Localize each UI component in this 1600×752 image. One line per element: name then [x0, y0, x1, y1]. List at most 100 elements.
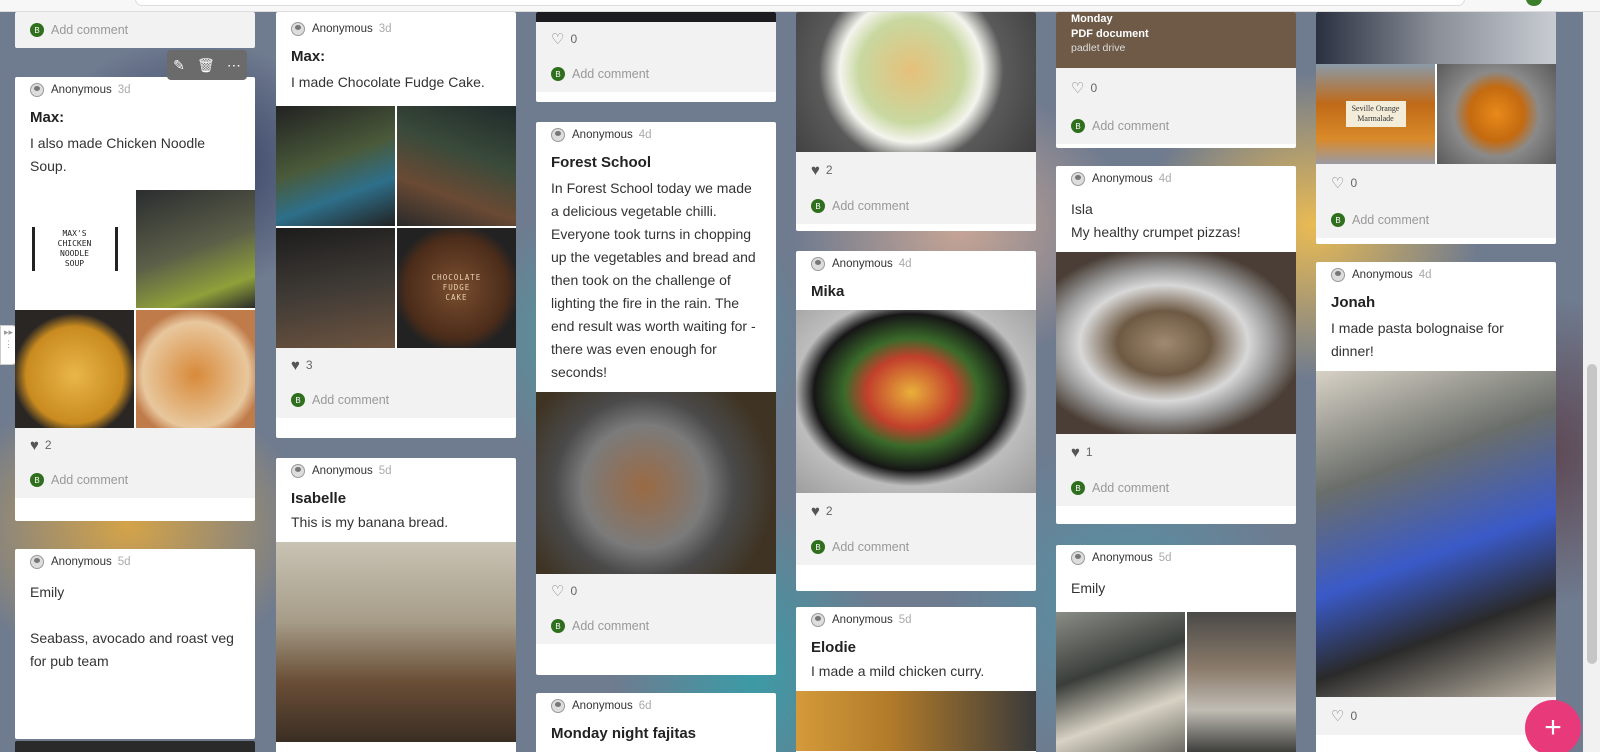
post-card[interactable]: Anonymous 4d Jonah I made pasta bolognais…: [1316, 262, 1556, 752]
post-card[interactable]: Anonymous 6d Monday night fajitas: [536, 693, 776, 752]
baking-photo: [276, 106, 395, 226]
post-title: Jonah: [1331, 294, 1376, 311]
pasta-plate-photo: [796, 12, 1036, 152]
boy-cooking-photo: [276, 228, 395, 348]
post-header: Anonymous 5d: [796, 607, 1036, 633]
like-button[interactable]: ♡ 0: [1056, 68, 1296, 108]
author-avatar: [30, 83, 44, 97]
author-avatar: [30, 555, 44, 569]
post-card[interactable]: Anonymous 5d Isabelle This is my banana b…: [276, 458, 516, 752]
like-button[interactable]: ♥ 2: [15, 428, 255, 462]
post-body: I made Chocolate Fudge Cake.: [291, 74, 485, 90]
like-button[interactable]: ♥ 2: [796, 493, 1036, 529]
cake-mixing-photo: [397, 106, 516, 226]
like-button[interactable]: ♥ 2: [796, 152, 1036, 188]
post-card[interactable]: ♡ 0 B Add comment: [536, 12, 776, 102]
banana-bread-photo[interactable]: [276, 542, 516, 742]
like-button[interactable]: ♡ 0: [536, 574, 776, 608]
bolognaise-cooking-photo[interactable]: [1316, 371, 1556, 697]
post-card[interactable]: Seville Orange Marmalade ♡ 0 B Add comment: [1316, 12, 1556, 244]
curry-photo: [796, 691, 1036, 751]
heart-icon: ♥: [291, 356, 300, 374]
salad-bowl-photo[interactable]: [796, 310, 1036, 493]
post-title: Forest School: [551, 154, 652, 171]
post-card[interactable]: Anonymous 4d Mika ♥ 2 B Add comment: [796, 251, 1036, 591]
add-comment[interactable]: B Add comment: [536, 56, 776, 92]
author-avatar: [1071, 551, 1085, 565]
post-card[interactable]: Monday PDF document padlet drive ♡ 0 B Add…: [1056, 12, 1296, 148]
post-body: Isla My healthy crumpet pizzas!: [1071, 201, 1241, 240]
address-bar[interactable]: [135, 0, 1465, 6]
crumpet-pizza-photo[interactable]: [1056, 252, 1296, 434]
add-comment[interactable]: B Add comment: [796, 529, 1036, 565]
post-card[interactable]: Anonymous 4d Isla My healthy crumpet pizz…: [1056, 166, 1296, 524]
post-header: Anonymous 5d: [276, 458, 516, 484]
author-avatar: [811, 257, 825, 271]
add-comment[interactable]: B Add comment: [1316, 202, 1556, 238]
like-button[interactable]: ♡ 0: [1316, 164, 1556, 202]
post-card[interactable]: Anonymous 3d Max: I made Chocolate Fudge …: [276, 12, 516, 438]
post-body: I made a mild chicken curry.: [811, 663, 985, 679]
author-avatar: [551, 699, 565, 713]
post-body: In Forest School today we made a delicio…: [551, 180, 756, 380]
post-card[interactable]: Anonymous 3d Max: I also made Chicken Noo…: [15, 77, 255, 521]
post-title: Max:: [30, 109, 65, 126]
author-avatar: [1331, 268, 1345, 282]
post-card[interactable]: B Add comment: [15, 12, 255, 48]
like-button[interactable]: ♡ 0: [1316, 697, 1556, 735]
trash-icon[interactable]: 🗑: [197, 57, 215, 74]
post-header: Anonymous 6d: [536, 693, 776, 719]
comment-avatar-icon: B: [811, 540, 825, 554]
page-scrollbar[interactable]: [1583, 12, 1600, 752]
add-comment[interactable]: B Add comment: [15, 12, 255, 48]
heart-icon: ♥: [1071, 443, 1080, 461]
author-avatar: [291, 22, 305, 36]
scrollbar-thumb[interactable]: [1587, 364, 1597, 664]
heart-outline-icon: ♡: [1331, 708, 1345, 725]
author-avatar: [811, 613, 825, 627]
comment-avatar-icon: B: [551, 619, 565, 633]
add-comment[interactable]: B Add comment: [1056, 470, 1296, 506]
marmalade-bowl-photo: [1437, 64, 1556, 164]
heart-icon: ♥: [30, 436, 39, 454]
add-comment[interactable]: B Add comment: [15, 462, 255, 498]
add-comment[interactable]: B Add comment: [1056, 108, 1296, 144]
post-card[interactable]: Anonymous 5d Elodie I made a mild chicken…: [796, 607, 1036, 752]
post-header: Anonymous 4d: [1316, 262, 1556, 288]
add-comment[interactable]: B Add comment: [536, 608, 776, 644]
pencil-icon[interactable]: ✎: [173, 57, 185, 74]
post-body: I also made Chicken Noodle Soup.: [30, 135, 206, 174]
heart-outline-icon: ♡: [1331, 175, 1345, 192]
post-card[interactable]: [15, 741, 255, 752]
post-image-collage[interactable]: MAX'S CHICKEN NOODLE SOUP: [15, 190, 255, 428]
post-card[interactable]: Anonymous 5d Emily Seabass, avocado and r…: [15, 549, 255, 739]
post-body: This is my banana bread.: [291, 514, 449, 530]
fudge-cake-photo: CHOCOLATE FUDGE CAKE: [397, 228, 516, 348]
post-toolbar: ✎ 🗑 ⋯: [167, 50, 247, 80]
like-button[interactable]: ♡ 0: [536, 22, 776, 56]
like-button[interactable]: ♥ 3: [276, 348, 516, 382]
post-body: Emily: [1071, 580, 1106, 596]
marmalade-photo-collage: Seville Orange Marmalade: [1316, 64, 1556, 164]
profile-avatar[interactable]: [1526, 0, 1542, 6]
post-image-collage[interactable]: [1056, 612, 1296, 752]
post-header: Anonymous 4d: [796, 251, 1036, 277]
chilli-pot-photo[interactable]: [536, 392, 776, 574]
like-button[interactable]: ♥ 1: [1056, 434, 1296, 470]
post-header: Anonymous 5d: [15, 549, 255, 575]
add-comment[interactable]: B Add comment: [276, 382, 516, 418]
post-card[interactable]: ♥ 2 B Add comment: [796, 12, 1036, 231]
post-image-collage[interactable]: CHOCOLATE FUDGE CAKE: [276, 106, 516, 348]
plated-food-photo: [1056, 612, 1185, 752]
cooking-top-photo: [1316, 12, 1556, 64]
post-body: I made pasta bolognaise for dinner!: [1331, 320, 1504, 359]
pdf-attachment[interactable]: Monday PDF document padlet drive: [1056, 12, 1296, 68]
more-icon[interactable]: ⋯: [227, 57, 241, 74]
post-card[interactable]: Anonymous 5d Emily: [1056, 545, 1296, 752]
soup-bowl-photo: [136, 310, 255, 428]
cooking-photo: [136, 190, 255, 308]
add-comment[interactable]: B Add comment: [796, 188, 1036, 224]
add-post-button[interactable]: +: [1525, 700, 1581, 752]
post-card[interactable]: Anonymous 4d Forest School In Forest Scho…: [536, 122, 776, 675]
kitchen-photo: [1187, 612, 1296, 752]
